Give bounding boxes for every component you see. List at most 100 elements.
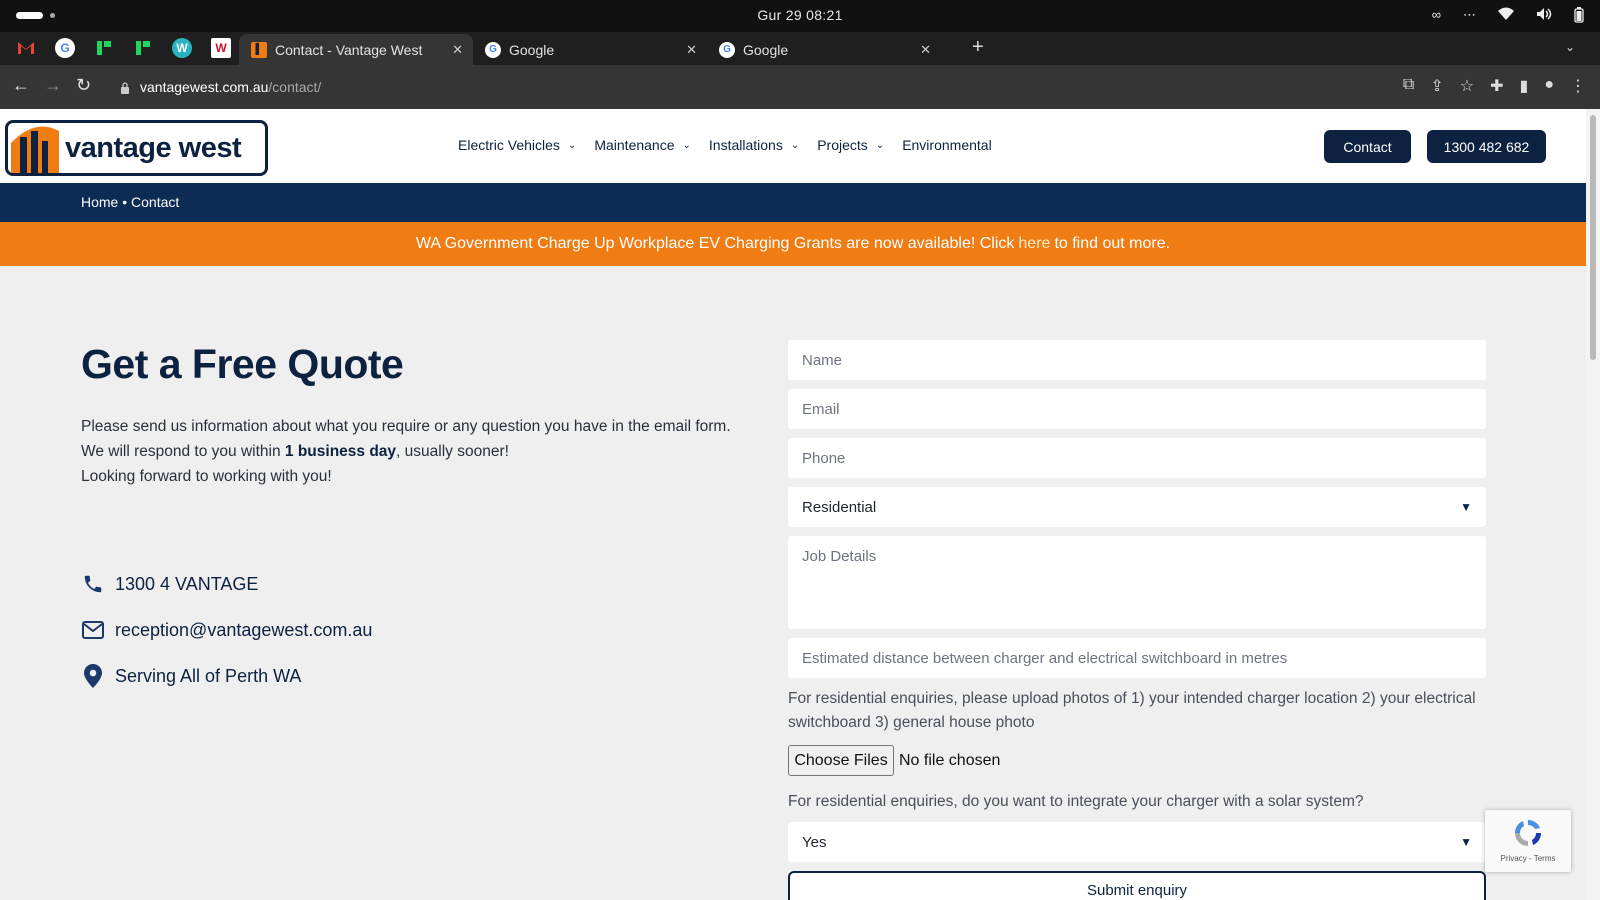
gmail-tab-icon[interactable]: [16, 38, 36, 58]
nav-electric-vehicles[interactable]: Electric Vehicles ⌄: [458, 137, 576, 153]
nav-label: Maintenance: [594, 137, 675, 153]
recaptcha-badge[interactable]: Privacy - Terms: [1485, 810, 1571, 872]
tab-google-2[interactable]: G Google ✕: [707, 34, 941, 65]
toolbar-actions: ⧉ ⇪ ☆ ✚ ▮ ● ⋮: [1403, 76, 1586, 96]
site-logo[interactable]: vantage west: [5, 120, 268, 176]
contact-email-text: reception@vantagewest.com.au: [115, 619, 373, 640]
w-tab-icon[interactable]: W: [172, 38, 192, 58]
system-tray[interactable]: ∞ ⋯: [1432, 7, 1584, 26]
url-path: /contact/: [268, 79, 322, 95]
more-icon[interactable]: ⋯: [1463, 7, 1476, 26]
quote-form: Name Email Phone Residential ▼ Job Detai…: [788, 340, 1486, 900]
contact-email[interactable]: reception@vantagewest.com.au: [81, 607, 741, 653]
intro-line-1: Please send us information about what yo…: [81, 418, 731, 435]
phone-button[interactable]: 1300 482 682: [1427, 130, 1546, 163]
url-host: vantagewest.com.au: [140, 79, 269, 95]
address-bar[interactable]: vantagewest.com.au/contact/: [110, 71, 1360, 103]
page-title: Get a Free Quote: [81, 341, 404, 387]
chevron-down-icon: ⌄: [875, 139, 885, 151]
recaptcha-icon: [1512, 817, 1544, 849]
forward-arrow-icon[interactable]: →: [44, 75, 62, 96]
breadcrumb[interactable]: Home • Contact: [81, 194, 179, 210]
nav-label: Projects: [817, 137, 868, 153]
tab-search-chevron-icon[interactable]: ⌄: [1565, 40, 1575, 54]
choose-files-button[interactable]: Choose Files: [788, 745, 894, 776]
w-red-tab-icon[interactable]: W: [211, 38, 231, 58]
nav-environmental[interactable]: Environmental: [902, 137, 992, 153]
intro-text: , usually sooner!: [396, 443, 509, 460]
browser-toolbar: ← → ↻ vantagewest.com.au/contact/ ⧉ ⇪ ☆ …: [0, 65, 1600, 109]
chevron-down-icon: ▼: [1460, 835, 1472, 849]
tab-title: Google: [509, 41, 555, 58]
lock-icon[interactable]: [120, 81, 130, 94]
close-icon[interactable]: ✕: [920, 42, 931, 58]
email-field[interactable]: Email: [788, 389, 1486, 429]
bookmark-star-icon[interactable]: ☆: [1460, 76, 1474, 96]
tab-google-1[interactable]: G Google ✕: [473, 34, 707, 65]
phone-field[interactable]: Phone: [788, 438, 1486, 478]
chevron-down-icon: ⌄: [682, 139, 691, 151]
reload-icon[interactable]: ↻: [76, 75, 91, 96]
page-scrollbar[interactable]: [1586, 109, 1600, 900]
scrollbar-thumb[interactable]: [1590, 115, 1596, 360]
main-navigation: Electric Vehicles ⌄ Maintenance ⌄ Installa…: [458, 137, 1010, 153]
response-time: 1 business day: [284, 443, 397, 460]
battery-icon[interactable]: [1574, 7, 1584, 26]
google-favicon-icon: G: [485, 41, 501, 58]
logo-text: vantage west: [65, 131, 242, 164]
grant-promo-banner: WA Government Charge Up Workplace EV Cha…: [0, 222, 1586, 266]
name-field[interactable]: Name: [788, 340, 1486, 380]
nav-installations[interactable]: Installations ⌄: [709, 137, 799, 153]
intro-text: We will respond to you within: [81, 443, 285, 460]
phone-icon: [81, 572, 105, 596]
app-tab-icon-green[interactable]: [94, 38, 114, 58]
tab-title: Google: [743, 41, 789, 58]
vantage-favicon-icon: ▌: [251, 41, 267, 58]
job-details-textarea[interactable]: Job Details: [788, 536, 1486, 629]
share-icon[interactable]: ⇪: [1430, 76, 1443, 96]
wifi-icon[interactable]: [1498, 7, 1514, 26]
recaptcha-links[interactable]: Privacy - Terms: [1485, 854, 1571, 863]
nav-label: Environmental: [902, 137, 992, 153]
site-header: vantage west Electric Vehicles ⌄ Maintena…: [0, 109, 1586, 183]
tab-contact-vantage-west[interactable]: ▌ Contact - Vantage West ✕: [239, 34, 473, 65]
promo-text-end: to find out more.: [1054, 235, 1171, 252]
google-tab-icon[interactable]: G: [55, 38, 75, 58]
envelope-icon: [81, 618, 105, 642]
browser-menu-icon[interactable]: ⋮: [1570, 76, 1586, 96]
property-type-select[interactable]: Residential ▼: [788, 487, 1486, 527]
property-type-value: Residential: [802, 498, 877, 516]
back-arrow-icon[interactable]: ←: [12, 75, 30, 96]
nav-maintenance[interactable]: Maintenance ⌄: [594, 137, 691, 153]
clock[interactable]: Gur 29 08:21: [0, 7, 1600, 23]
chevron-down-icon: ⌄: [567, 139, 577, 151]
nav-label: Electric Vehicles: [458, 137, 560, 153]
profile-icon[interactable]: ●: [1544, 76, 1554, 96]
volume-icon[interactable]: [1536, 7, 1552, 26]
solar-select[interactable]: Yes ▼: [788, 822, 1486, 862]
close-icon[interactable]: ✕: [452, 42, 463, 58]
nav-projects[interactable]: Projects ⌄: [817, 137, 884, 153]
solar-help-text: For residential enquiries, do you want t…: [788, 793, 1364, 810]
distance-field[interactable]: Estimated distance between charger and e…: [788, 638, 1486, 678]
new-tab-plus-icon[interactable]: +: [972, 36, 984, 59]
quote-intro: Get a Free Quote Please send us informat…: [81, 341, 741, 699]
file-upload: Choose Files No file chosen: [788, 745, 1486, 776]
logo-mark-icon: [11, 123, 59, 173]
pinned-tabs: G W W: [16, 38, 231, 58]
breadcrumb-bar: Home • Contact: [0, 183, 1586, 222]
contact-info-list: 1300 4 VANTAGE reception@vantagewest.com…: [81, 561, 741, 699]
contact-phone[interactable]: 1300 4 VANTAGE: [81, 561, 741, 607]
close-icon[interactable]: ✕: [686, 42, 697, 58]
app-tab-icon-green-2[interactable]: [133, 38, 153, 58]
promo-text: WA Government Charge Up Workplace EV Cha…: [415, 235, 1015, 252]
contact-button[interactable]: Contact: [1324, 130, 1411, 163]
link-icon[interactable]: ∞: [1432, 7, 1441, 26]
tab-title: Contact - Vantage West: [275, 41, 423, 58]
submit-enquiry-button[interactable]: Submit enquiry: [788, 871, 1486, 900]
promo-link[interactable]: here: [1018, 235, 1050, 253]
extensions-puzzle-icon[interactable]: ✚: [1490, 76, 1503, 96]
contact-location: Serving All of Perth WA: [81, 653, 741, 699]
side-panel-icon[interactable]: ▮: [1520, 76, 1529, 96]
translate-icon[interactable]: ⧉: [1403, 76, 1414, 96]
